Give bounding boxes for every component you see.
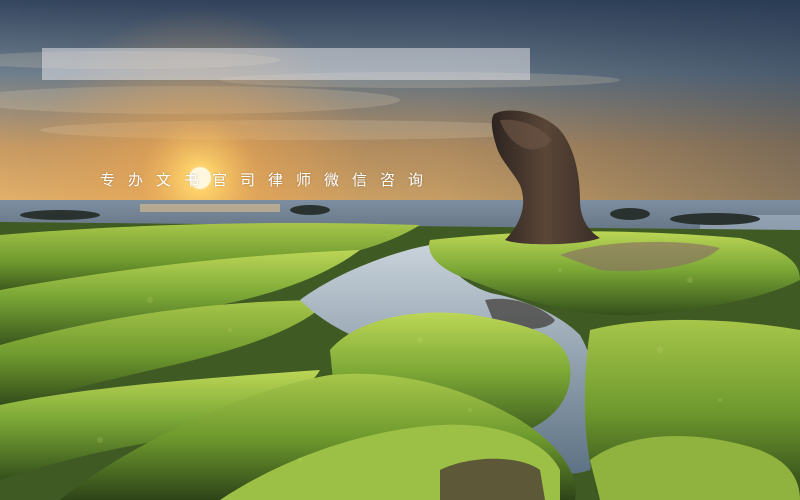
watermark-caption: 专办文书官司律师微信咨询 (100, 171, 437, 189)
title-placeholder-bar (42, 48, 530, 80)
hero-image: 专办文书官司律师微信咨询 (0, 0, 800, 500)
